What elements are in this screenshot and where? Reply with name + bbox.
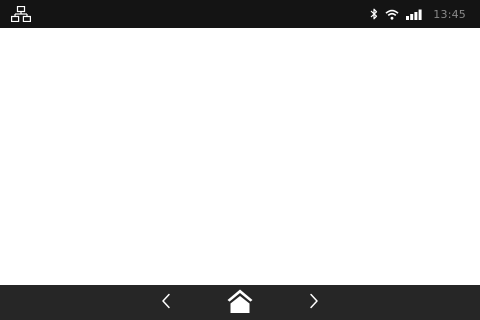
back-button[interactable] — [150, 285, 182, 320]
network-icon — [11, 5, 31, 23]
status-icons: 13:45 — [370, 0, 466, 28]
forward-icon — [309, 293, 319, 313]
status-clock: 13:45 — [433, 7, 466, 21]
status-bar: 13:45 — [0, 0, 480, 28]
back-icon — [161, 293, 171, 313]
navigation-bar — [0, 285, 480, 320]
home-button[interactable] — [222, 285, 258, 320]
home-icon — [226, 288, 254, 318]
device-screen: 13:45 — [0, 0, 480, 320]
app-content-area — [0, 28, 480, 285]
bluetooth-icon — [370, 5, 378, 24]
wifi-icon — [385, 5, 399, 24]
signal-icon — [406, 5, 422, 24]
forward-button[interactable] — [298, 285, 330, 320]
